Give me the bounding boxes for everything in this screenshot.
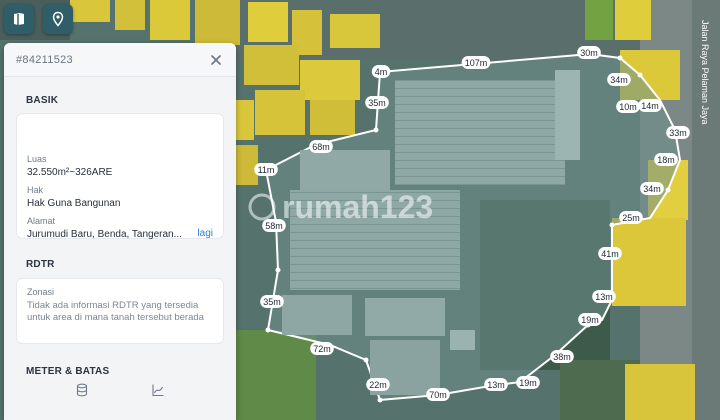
- distance-label: 11m: [254, 163, 278, 176]
- svg-text:22m: 22m: [369, 380, 387, 390]
- svg-text:35m: 35m: [263, 297, 281, 307]
- distance-label: 18m: [654, 153, 678, 166]
- parcel-id: #84211523: [16, 53, 73, 66]
- svg-text:41m: 41m: [601, 249, 619, 259]
- distance-label: 22m: [366, 378, 390, 391]
- section-meter-title: METER & BATAS: [26, 366, 110, 377]
- svg-text:68m: 68m: [312, 142, 330, 152]
- svg-text:19m: 19m: [519, 378, 537, 388]
- svg-text:rumah123: rumah123: [282, 189, 433, 225]
- svg-text:14m: 14m: [641, 101, 659, 111]
- svg-text:18m: 18m: [657, 155, 675, 165]
- svg-text:13m: 13m: [595, 292, 613, 302]
- distance-label: 34m: [640, 182, 664, 195]
- distance-label: 34m: [607, 73, 631, 86]
- distance-label: 19m: [578, 313, 602, 326]
- svg-text:4m: 4m: [375, 67, 388, 77]
- parcel-info-panel: #84211523 BASIK Luas 32.550m²~326ARE Hak…: [4, 43, 236, 420]
- distance-label: 70m: [426, 388, 450, 401]
- zonasi-label: Zonasi: [27, 287, 55, 297]
- section-basik-title: BASIK: [26, 95, 59, 106]
- hak-label: Hak: [27, 185, 44, 195]
- more-link[interactable]: lagi: [197, 228, 213, 239]
- svg-text:10m: 10m: [619, 102, 637, 112]
- svg-text:34m: 34m: [643, 184, 661, 194]
- close-button[interactable]: [208, 52, 224, 68]
- close-icon: [211, 54, 221, 65]
- luas-value: 32.550m²~326ARE: [27, 167, 113, 178]
- svg-text:38m: 38m: [553, 352, 571, 362]
- distance-label: 13m: [592, 290, 616, 303]
- chart-icon[interactable]: [151, 383, 165, 397]
- distance-label: 19m: [516, 376, 540, 389]
- rdtr-card: Zonasi Tidak ada informasi RDTR yang ter…: [16, 278, 224, 344]
- road-label: Jalan Raya Pelaman Jaya: [700, 20, 710, 125]
- distance-label: 14m: [638, 99, 662, 112]
- svg-text:70m: 70m: [429, 390, 447, 400]
- hak-value: Hak Guna Bangunan: [27, 198, 121, 209]
- svg-text:19m: 19m: [581, 315, 599, 325]
- distance-label: 68m: [309, 140, 333, 153]
- distance-label: 41m: [598, 247, 622, 260]
- distance-label: 30m: [577, 46, 601, 59]
- layers-button[interactable]: [4, 4, 34, 34]
- panel-header: #84211523: [4, 43, 236, 77]
- luas-label: Luas: [27, 154, 47, 164]
- distance-label: 107m: [461, 56, 491, 69]
- svg-text:107m: 107m: [465, 58, 488, 68]
- svg-text:35m: 35m: [368, 98, 386, 108]
- distance-label: 58m: [262, 219, 286, 232]
- alamat-label: Alamat: [27, 216, 56, 226]
- alamat-value: Jurumudi Baru, Benda, Tangeran...: [27, 229, 182, 240]
- basik-card: Luas 32.550m²~326ARE Hak Hak Guna Bangun…: [16, 113, 224, 240]
- svg-text:11m: 11m: [258, 165, 275, 175]
- location-button[interactable]: [43, 4, 73, 34]
- section-rdtr-title: RDTR: [26, 259, 55, 270]
- svg-text:72m: 72m: [313, 344, 331, 354]
- distance-label: 25m: [619, 211, 643, 224]
- database-icon[interactable]: [75, 383, 89, 397]
- svg-text:34m: 34m: [610, 75, 628, 85]
- distance-label: 35m: [365, 96, 389, 109]
- distance-label: 4m: [371, 65, 391, 78]
- svg-text:25m: 25m: [622, 213, 640, 223]
- distance-label: 72m: [310, 342, 334, 355]
- distance-label: 35m: [260, 295, 284, 308]
- distance-label: 38m: [550, 350, 574, 363]
- distance-label: 33m: [666, 126, 690, 139]
- distance-label: 13m: [484, 378, 508, 391]
- svg-text:58m: 58m: [265, 221, 283, 231]
- svg-text:33m: 33m: [669, 128, 687, 138]
- location-pin-icon: [52, 11, 64, 27]
- distance-label: 10m: [616, 100, 640, 113]
- svg-text:13m: 13m: [487, 380, 505, 390]
- map-layer-icon: [14, 13, 24, 25]
- zonasi-text: Tidak ada informasi RDTR yang tersedia u…: [27, 300, 204, 323]
- svg-text:30m: 30m: [580, 48, 598, 58]
